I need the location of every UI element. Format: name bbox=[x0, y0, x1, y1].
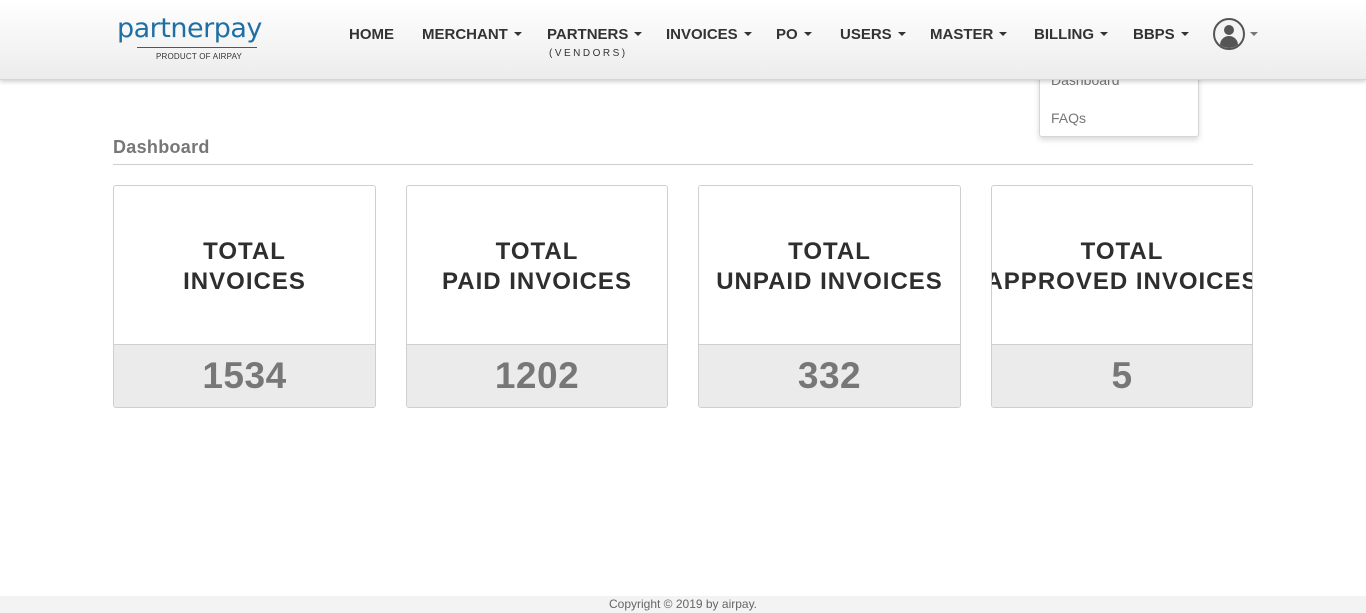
nav-home[interactable]: HOME bbox=[349, 26, 394, 46]
stat-card-approved-invoices[interactable]: TOTAL APPROVED INVOICES 5 bbox=[991, 185, 1253, 408]
logo-divider bbox=[137, 47, 257, 48]
card-value: 1534 bbox=[202, 355, 287, 396]
nav-bbps[interactable]: BBPS bbox=[1133, 26, 1189, 46]
nav-billing-label: BILLING bbox=[1034, 26, 1094, 43]
nav-po-label: PO bbox=[776, 26, 798, 43]
dropdown-item-faqs[interactable]: FAQs bbox=[1051, 110, 1086, 126]
card-value: 5 bbox=[1111, 355, 1133, 396]
caret-down-icon bbox=[513, 32, 522, 36]
stat-card-total-invoices[interactable]: TOTAL INVOICES 1534 bbox=[113, 185, 376, 408]
nav-master-label: MASTER bbox=[930, 26, 994, 43]
caret-down-icon bbox=[743, 32, 752, 36]
card-value: 332 bbox=[797, 355, 862, 396]
page-title: Dashboard bbox=[113, 137, 210, 157]
logo-text: partnerpay bbox=[117, 13, 262, 44]
caret-down-icon bbox=[1250, 32, 1258, 36]
card-label-line1: TOTAL bbox=[495, 238, 579, 265]
caret-down-icon bbox=[897, 32, 906, 36]
nav-partners-sublabel: (VENDORS) bbox=[549, 48, 628, 59]
card-label-line2: PAID INVOICES bbox=[442, 268, 632, 295]
top-navbar: partnerpay PRODUCT OF AIRPAY HOME MERCHA… bbox=[0, 0, 1366, 80]
card-label-line2: INVOICES bbox=[183, 268, 306, 295]
nav-users[interactable]: USERS bbox=[840, 26, 906, 46]
card-label-line2: APPROVED INVOICES bbox=[991, 268, 1253, 295]
caret-down-icon bbox=[1100, 32, 1108, 36]
caret-down-icon bbox=[634, 32, 643, 36]
nav-partners-label: PARTNERS bbox=[547, 26, 629, 43]
nav-users-label: USERS bbox=[840, 26, 892, 43]
card-label-line2: UNPAID INVOICES bbox=[716, 268, 943, 295]
nav-master[interactable]: MASTER bbox=[930, 26, 1008, 46]
card-value: 1202 bbox=[494, 355, 580, 396]
nav-merchant[interactable]: MERCHANT bbox=[422, 26, 522, 46]
nav-merchant-label: MERCHANT bbox=[422, 26, 508, 43]
card-label-line1: TOTAL bbox=[203, 238, 286, 265]
stat-card-paid-invoices[interactable]: TOTAL PAID INVOICES 1202 bbox=[406, 185, 668, 408]
nav-invoices[interactable]: INVOICES bbox=[666, 26, 752, 46]
partnerpay-logo[interactable]: partnerpay PRODUCT OF AIRPAY bbox=[117, 14, 277, 64]
user-menu-toggle[interactable] bbox=[1213, 18, 1263, 50]
page-footer: Copyright © 2019 by airpay. bbox=[0, 596, 1366, 613]
nav-home-label: HOME bbox=[349, 26, 394, 43]
card-label-line1: TOTAL bbox=[1080, 238, 1164, 265]
card-label-line1: TOTAL bbox=[788, 238, 871, 265]
nav-billing[interactable]: BILLING bbox=[1034, 26, 1108, 46]
caret-down-icon bbox=[1180, 32, 1189, 36]
caret-down-icon bbox=[999, 32, 1008, 36]
nav-invoices-label: INVOICES bbox=[666, 26, 738, 43]
nav-po[interactable]: PO bbox=[776, 26, 812, 46]
logo-tagline: PRODUCT OF AIRPAY bbox=[156, 52, 243, 61]
nav-partners[interactable]: PARTNERS bbox=[547, 26, 643, 46]
title-divider bbox=[113, 164, 1253, 165]
copyright-text: Copyright © 2019 by airpay. bbox=[608, 597, 758, 611]
stat-card-unpaid-invoices[interactable]: TOTAL UNPAID INVOICES 332 bbox=[698, 185, 961, 408]
billing-dropdown-menu: Dashboard FAQs bbox=[1039, 72, 1199, 137]
user-avatar-icon bbox=[1213, 18, 1245, 50]
caret-down-icon bbox=[803, 32, 812, 36]
nav-bbps-label: BBPS bbox=[1133, 26, 1175, 43]
